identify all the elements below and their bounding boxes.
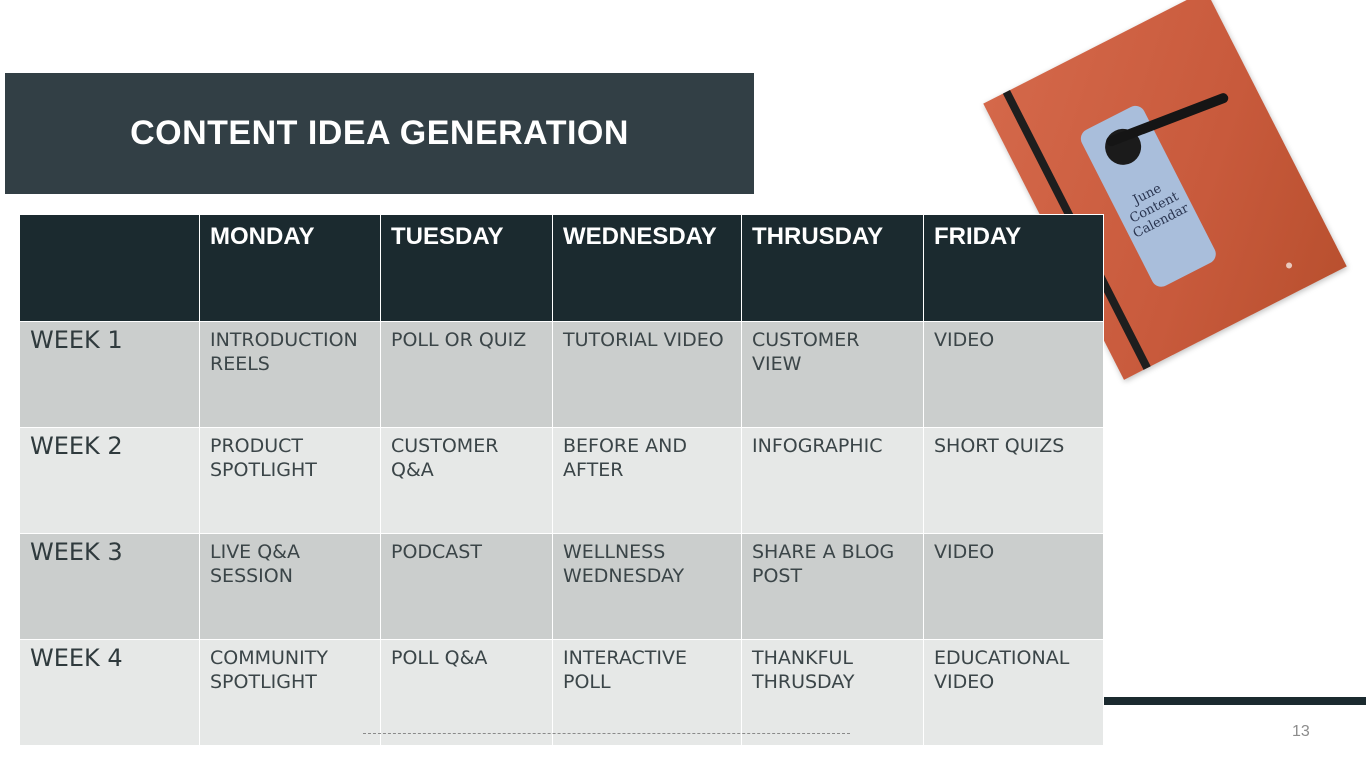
table-cell: INTRODUCTION REELS	[199, 321, 381, 428]
page-number: 13	[1292, 723, 1310, 740]
header-row: MONDAY TUESDAY WEDNESDAY THRUSDAY FRIDAY	[19, 214, 1104, 322]
table-cell: SHORT QUIZS	[923, 427, 1104, 534]
content-calendar-table: MONDAY TUESDAY WEDNESDAY THRUSDAY FRIDAY…	[19, 214, 1104, 746]
footer-divider	[363, 733, 850, 734]
door-hanger-text: June Content Calendar	[1127, 181, 1192, 242]
slide-title: CONTENT IDEA GENERATION	[130, 114, 629, 152]
table-cell: SHARE A BLOG POST	[741, 533, 924, 640]
table-cell: CUSTOMER Q&A	[380, 427, 553, 534]
table-cell: TUTORIAL VIDEO	[552, 321, 742, 428]
accent-line	[1104, 697, 1366, 705]
header-wednesday: WEDNESDAY	[552, 214, 742, 322]
table-cell: INTERACTIVE POLL	[552, 639, 742, 746]
table-cell: PODCAST	[380, 533, 553, 640]
table-cell: BEFORE AND AFTER	[552, 427, 742, 534]
week-label: WEEK 3	[19, 533, 200, 640]
door-dot	[1285, 261, 1294, 270]
table-row: WEEK 1 INTRODUCTION REELS POLL OR QUIZ T…	[19, 321, 1104, 428]
table-cell: CUSTOMER VIEW	[741, 321, 924, 428]
title-banner: CONTENT IDEA GENERATION	[5, 73, 754, 194]
table-cell: THANKFUL THRUSDAY	[741, 639, 924, 746]
week-label: WEEK 1	[19, 321, 200, 428]
table-cell: POLL Q&A	[380, 639, 553, 746]
week-label: WEEK 2	[19, 427, 200, 534]
table-cell: VIDEO	[923, 321, 1104, 428]
table-row: WEEK 2 PRODUCT SPOTLIGHT CUSTOMER Q&A BE…	[19, 427, 1104, 534]
table-cell: INFOGRAPHIC	[741, 427, 924, 534]
table-cell: POLL OR QUIZ	[380, 321, 553, 428]
table-cell: VIDEO	[923, 533, 1104, 640]
table-cell: LIVE Q&A SESSION	[199, 533, 381, 640]
table-row: WEEK 4 COMMUNITY SPOTLIGHT POLL Q&A INTE…	[19, 639, 1104, 746]
table-cell: PRODUCT SPOTLIGHT	[199, 427, 381, 534]
header-corner	[19, 214, 200, 322]
header-tuesday: TUESDAY	[380, 214, 553, 322]
table-cell: EDUCATIONAL VIDEO	[923, 639, 1104, 746]
table-row: WEEK 3 LIVE Q&A SESSION PODCAST WELLNESS…	[19, 533, 1104, 640]
header-monday: MONDAY	[199, 214, 381, 322]
header-friday: FRIDAY	[923, 214, 1104, 322]
week-label: WEEK 4	[19, 639, 200, 746]
table-cell: COMMUNITY SPOTLIGHT	[199, 639, 381, 746]
header-thursday: THRUSDAY	[741, 214, 924, 322]
table-cell: WELLNESS WEDNESDAY	[552, 533, 742, 640]
